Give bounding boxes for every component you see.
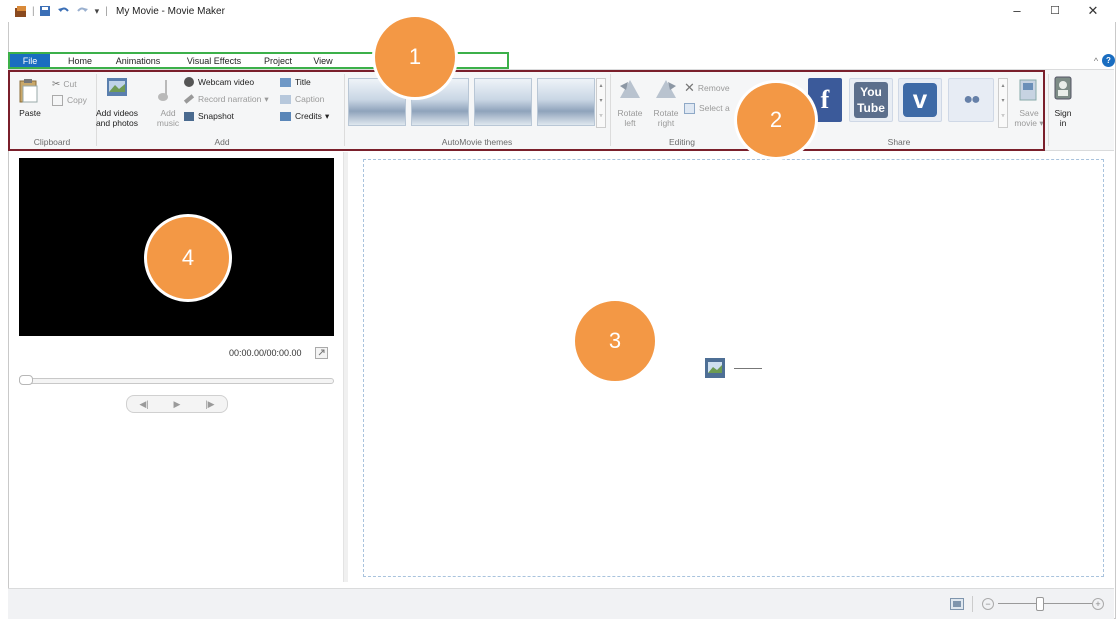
status-bar: − + bbox=[8, 588, 1114, 619]
save-icon[interactable] bbox=[39, 5, 51, 17]
sign-in-button[interactable]: Sign in bbox=[1050, 108, 1076, 128]
callout-2: 2 bbox=[734, 80, 818, 160]
seek-bar[interactable] bbox=[19, 378, 334, 384]
undo-icon[interactable] bbox=[57, 5, 71, 17]
zoom-slider-thumb[interactable] bbox=[1036, 597, 1044, 611]
title-bar: | ▾ | My Movie - Movie Maker – ☐ ✕ bbox=[0, 0, 1116, 22]
add-media-hint bbox=[734, 368, 762, 369]
sign-in-icon[interactable] bbox=[1054, 76, 1072, 100]
redo-icon[interactable] bbox=[75, 5, 89, 17]
callout-4: 4 bbox=[144, 214, 232, 302]
sign-in-label: Sign bbox=[1054, 108, 1072, 118]
sign-in-label-2: in bbox=[1059, 118, 1067, 128]
quick-access-toolbar: | ▾ | bbox=[14, 4, 108, 18]
add-media-icon[interactable] bbox=[704, 356, 726, 380]
qat-customize-icon[interactable]: ▾ bbox=[95, 6, 100, 17]
qat-separator: | bbox=[32, 5, 35, 17]
close-button[interactable]: ✕ bbox=[1076, 2, 1110, 20]
next-frame-icon[interactable]: |▶ bbox=[205, 399, 214, 410]
playback-controls: ◀| ▶ |▶ bbox=[126, 395, 228, 413]
pane-splitter[interactable] bbox=[343, 152, 348, 582]
previous-frame-icon[interactable]: ◀| bbox=[139, 399, 148, 410]
seek-thumb[interactable] bbox=[19, 375, 33, 385]
callout-3: 3 bbox=[572, 298, 658, 384]
help-icon[interactable]: ? bbox=[1102, 54, 1115, 67]
play-icon[interactable]: ▶ bbox=[174, 399, 181, 410]
qat-separator-2: | bbox=[105, 5, 108, 17]
thumbnail-size-icon[interactable] bbox=[950, 598, 964, 610]
zoom-out-icon[interactable]: − bbox=[982, 598, 994, 610]
minimize-button[interactable]: – bbox=[1000, 2, 1034, 20]
status-separator bbox=[972, 596, 973, 612]
separator bbox=[1048, 74, 1049, 146]
window-title: My Movie - Movie Maker bbox=[116, 6, 225, 17]
collapse-ribbon-icon[interactable]: ^ bbox=[1090, 53, 1102, 69]
fullscreen-preview-icon[interactable] bbox=[315, 347, 328, 359]
zoom-slider[interactable] bbox=[998, 603, 1092, 604]
zoom-in-icon[interactable]: + bbox=[1092, 598, 1104, 610]
callout-1: 1 bbox=[372, 14, 458, 100]
playback-time: 00:00.00/00:00.00 bbox=[229, 348, 302, 358]
app-icon bbox=[15, 5, 26, 17]
storyboard-pane[interactable] bbox=[363, 159, 1104, 577]
maximize-button[interactable]: ☐ bbox=[1038, 2, 1072, 20]
ribbon-highlight-box bbox=[8, 70, 1045, 151]
